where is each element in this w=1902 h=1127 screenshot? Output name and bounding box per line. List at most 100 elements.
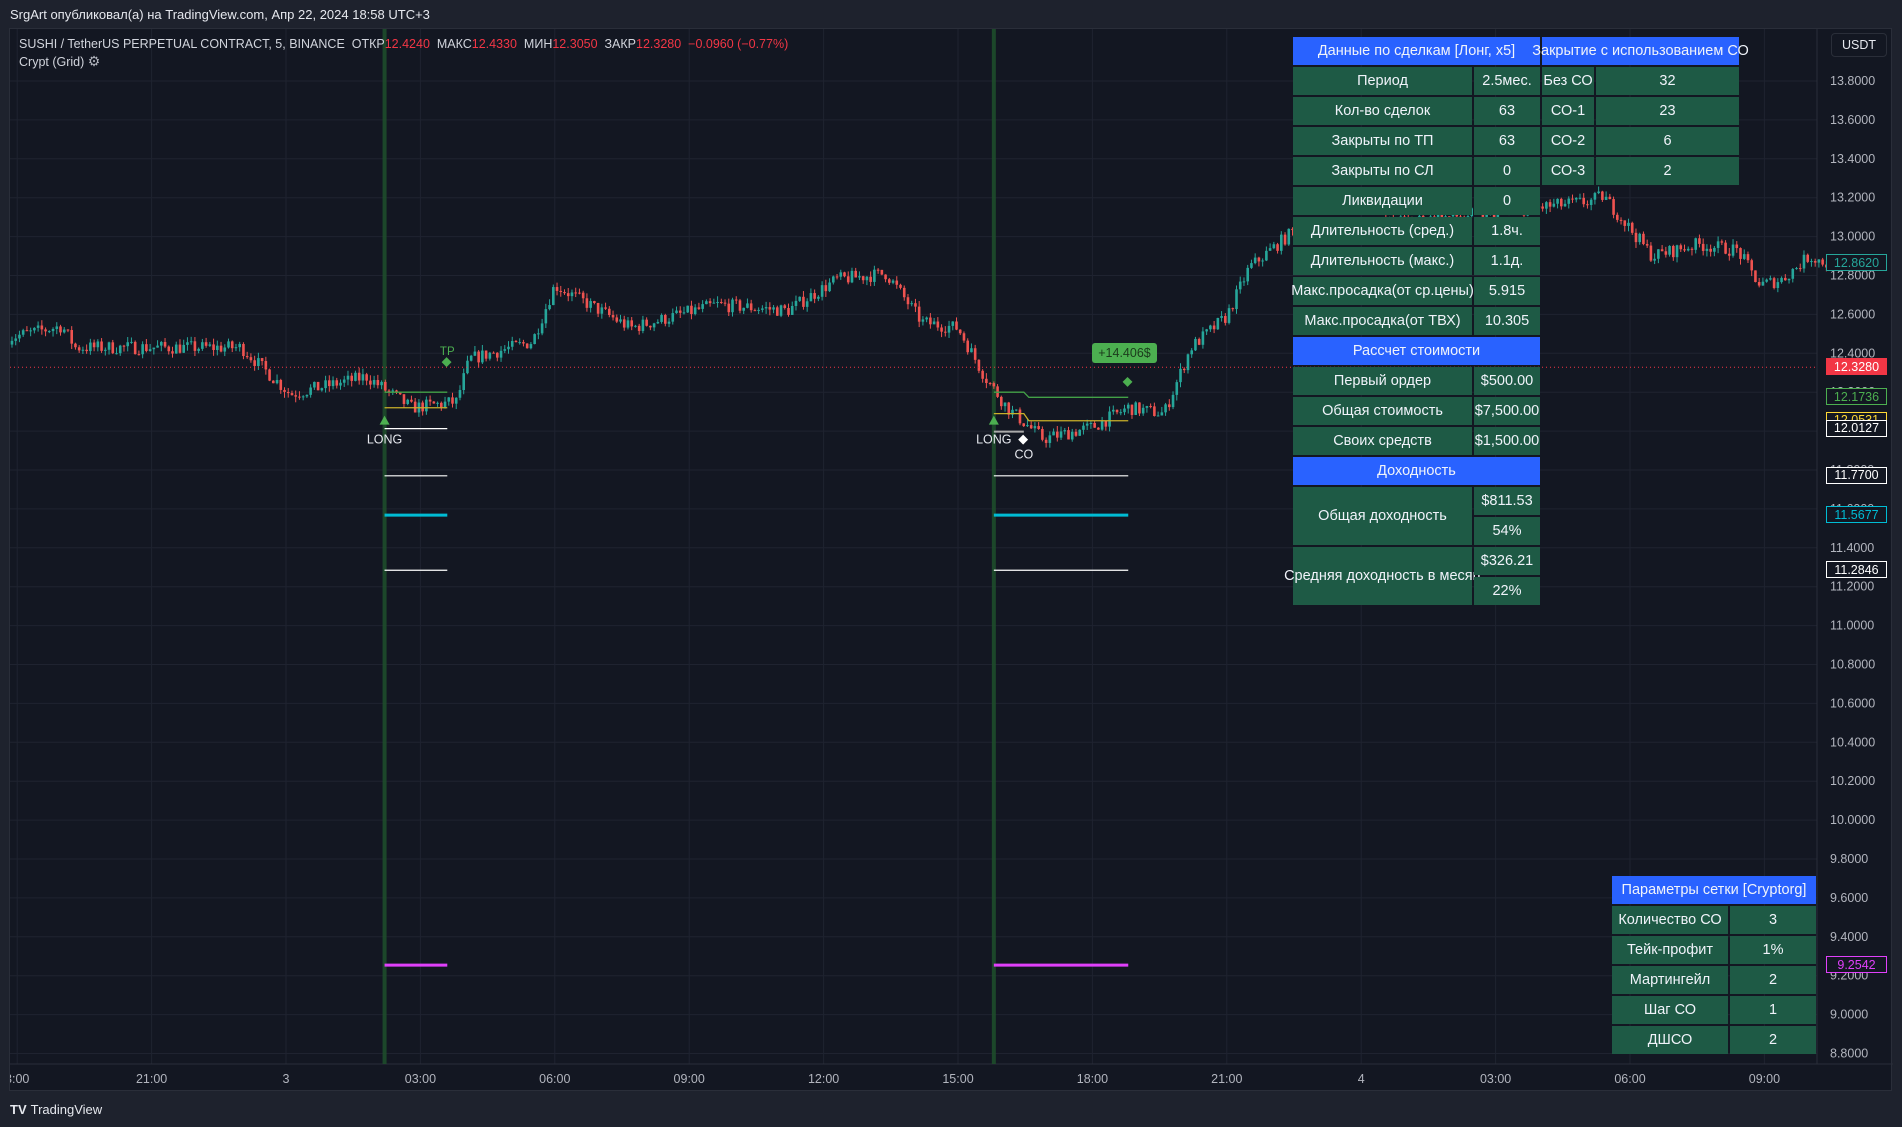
candle [1112,409,1115,412]
stat-label: Кол-во сделок [1293,97,1472,125]
candle [1276,244,1279,251]
candle [880,269,884,275]
symbol-name[interactable]: SUSHI / TetherUS PERPETUAL CONTRACT, 5, … [19,37,345,51]
candle [1806,254,1810,262]
so-label: Без СО [1542,67,1594,95]
currency-button[interactable]: USDT [1831,33,1887,57]
candle [966,340,970,353]
candle [708,301,712,304]
stat-value: 2.5мес. [1474,67,1540,95]
tp-diamond-icon [441,357,452,368]
price-tag: 12.3280 [1826,358,1887,376]
candle [1227,308,1231,323]
candle [873,269,876,282]
candle [805,301,809,307]
low-label: МИН [523,37,553,51]
candle [753,310,757,312]
empty-cell [1542,397,1739,425]
tradingview-logo[interactable]: TV TradingView [10,1102,102,1117]
candle [436,402,439,404]
candle [372,379,376,385]
candle [570,292,574,297]
so-count: 2 [1596,157,1739,185]
candle [499,350,503,358]
candle [432,401,436,404]
cost-label: Своих средств [1293,427,1472,455]
candle [1242,281,1246,283]
candle [529,344,533,349]
candle [533,334,536,345]
candle [917,306,921,322]
candle [171,351,174,354]
candle [1044,439,1048,443]
candle [593,301,596,303]
cost-title: Рассчет стоимости [1293,337,1540,365]
candle [776,307,779,316]
candle [970,348,973,353]
candle [1798,268,1802,270]
candle [1268,248,1272,251]
candle [727,303,731,313]
price-tag: 12.0127 [1826,419,1887,437]
candle [272,380,275,384]
candle [992,383,996,387]
candle [242,343,245,357]
candle [186,342,189,345]
candle [443,401,447,408]
yield-percent: 54% [1474,517,1540,545]
candle [1085,423,1089,426]
candle [294,395,298,397]
price-tick: 10.2000 [1830,774,1875,788]
candle [1212,325,1216,330]
candle [316,381,320,391]
chart-panel[interactable]: 13.8000 13.6000 13.4000 13.2000 13.0000 12.80… [9,28,1893,1091]
price-tag: 12.1736 [1826,388,1887,406]
candle [843,272,846,277]
trade-entry-band [991,29,996,1064]
param-value: 2 [1730,966,1816,994]
candle [1813,261,1817,263]
candle [335,380,339,386]
tv-logo-icon: TV [10,1102,27,1117]
candle [260,358,264,362]
candle [858,276,861,278]
candle [503,349,507,351]
empty-cell [1542,217,1739,245]
time-tick: 06:00 [1614,1072,1645,1086]
change-value: −0.0960 (−0.77%) [688,37,789,51]
stat-value: 63 [1474,127,1540,155]
candle [212,344,215,351]
candle [832,276,835,283]
candle [1056,431,1059,438]
stat-label: Макс.просадка(от ср.цены) [1291,277,1474,305]
candle [712,302,716,304]
price-tick: 8.8000 [1830,1047,1868,1061]
candle [757,309,760,311]
price-tick: 13.6000 [1830,113,1875,127]
candle [62,329,66,333]
yield-label: Средняя доходность в месяц [1284,547,1481,605]
candle [630,320,634,327]
candle [552,287,555,306]
gear-icon[interactable]: ⚙ [88,53,101,70]
candle [126,342,130,347]
candle [652,323,656,328]
profit-badge: +14.406$ [1092,342,1157,363]
candle [1209,325,1212,330]
candle [1000,396,1003,407]
candle [77,347,81,351]
price-tick: 13.0000 [1830,230,1875,244]
candle [1224,315,1227,323]
candle [596,302,600,314]
stat-value: 0 [1474,157,1540,185]
candle [876,269,880,271]
candle [906,297,910,305]
param-label: Тейк-профит [1612,936,1728,964]
long-label: LONG [367,433,402,447]
candle [585,298,589,308]
yield-percent: 22% [1474,577,1540,605]
indicator-name[interactable]: Crypt (Grid) [19,55,84,69]
empty-cell [1542,427,1739,455]
candle [1776,282,1780,288]
price-tick: 13.4000 [1830,152,1875,166]
